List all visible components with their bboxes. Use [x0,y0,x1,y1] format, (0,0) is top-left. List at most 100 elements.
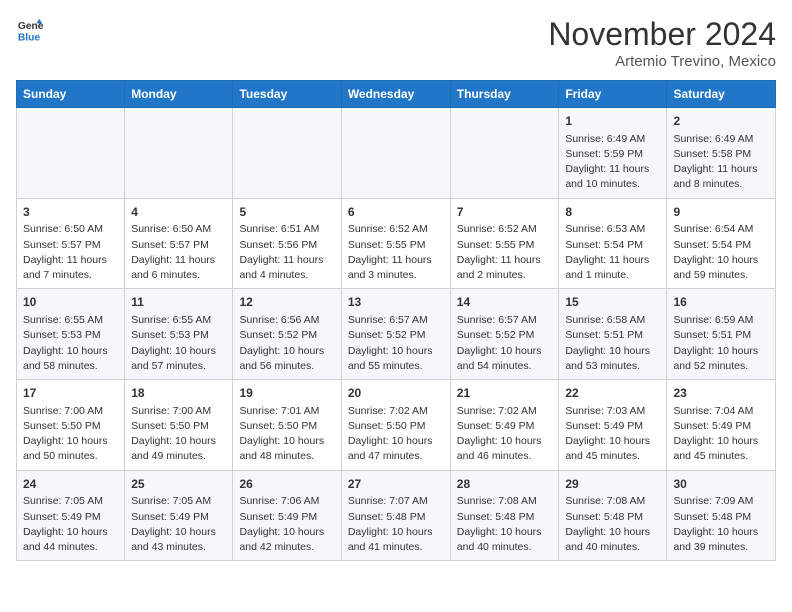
day-info: Sunrise: 6:50 AM Sunset: 5:57 PM Dayligh… [131,222,226,283]
calendar-cell: 21 Sunrise: 7:02 AM Sunset: 5:49 PM Dayli… [450,380,559,471]
day-number: 28 [457,476,553,493]
day-number: 2 [673,113,769,130]
calendar-cell: 6Sunrise: 6:52 AM Sunset: 5:55 PM Daylig… [341,198,450,289]
day-info: Sunrise: 6:53 AM Sunset: 5:54 PM Dayligh… [565,222,660,283]
day-number: 6 [348,204,444,221]
day-number: 7 [457,204,553,221]
title-block: November 2024 Artemio Trevino, Mexico [548,16,776,70]
calendar-cell: 23 Sunrise: 7:04 AM Sunset: 5:49 PM Dayli… [667,380,776,471]
day-info: Sunrise: 6:51 AM Sunset: 5:56 PM Dayligh… [239,222,334,283]
day-info: Sunrise: 7:05 AM Sunset: 5:49 PM Dayligh… [131,494,226,555]
day-number: 25 [131,476,226,493]
calendar-cell: 15 Sunrise: 6:58 AM Sunset: 5:51 PM Dayli… [559,289,667,380]
day-info: Sunrise: 7:05 AM Sunset: 5:49 PM Dayligh… [23,494,118,555]
day-number: 10 [23,294,118,311]
day-info: Sunrise: 7:03 AM Sunset: 5:49 PM Dayligh… [565,404,660,465]
calendar-cell: 1 Sunrise: 6:49 AM Sunset: 5:59 PM Daylig… [559,108,667,199]
day-info: Sunrise: 6:52 AM Sunset: 5:55 PM Dayligh… [457,222,553,283]
weekday-header: Thursday [450,81,559,108]
calendar-cell: 7Sunrise: 6:52 AM Sunset: 5:55 PM Daylig… [450,198,559,289]
calendar-cell: 27Sunrise: 7:07 AM Sunset: 5:48 PM Dayli… [341,470,450,561]
day-number: 18 [131,385,226,402]
calendar-cell: 14 Sunrise: 6:57 AM Sunset: 5:52 PM Dayli… [450,289,559,380]
calendar-cell: 8Sunrise: 6:53 AM Sunset: 5:54 PM Daylig… [559,198,667,289]
day-number: 12 [239,294,334,311]
day-info: Sunrise: 7:02 AM Sunset: 5:49 PM Dayligh… [457,404,553,465]
calendar-cell: 26Sunrise: 7:06 AM Sunset: 5:49 PM Dayli… [233,470,341,561]
day-info: Sunrise: 7:09 AM Sunset: 5:48 PM Dayligh… [673,494,769,555]
day-info: Sunrise: 6:58 AM Sunset: 5:51 PM Dayligh… [565,313,660,374]
day-info: Sunrise: 7:01 AM Sunset: 5:50 PM Dayligh… [239,404,334,465]
calendar-row: 24Sunrise: 7:05 AM Sunset: 5:49 PM Dayli… [17,470,776,561]
calendar-table: SundayMondayTuesdayWednesdayThursdayFrid… [16,80,776,561]
day-number: 15 [565,294,660,311]
day-number: 29 [565,476,660,493]
weekday-header-row: SundayMondayTuesdayWednesdayThursdayFrid… [17,81,776,108]
day-number: 19 [239,385,334,402]
day-number: 4 [131,204,226,221]
weekday-header: Friday [559,81,667,108]
calendar-cell [450,108,559,199]
day-number: 21 [457,385,553,402]
page-header: General Blue November 2024 Artemio Trevi… [16,16,776,70]
day-number: 14 [457,294,553,311]
calendar-row: 10 Sunrise: 6:55 AM Sunset: 5:53 PM Dayli… [17,289,776,380]
day-number: 8 [565,204,660,221]
day-info: Sunrise: 6:52 AM Sunset: 5:55 PM Dayligh… [348,222,444,283]
day-info: Sunrise: 6:54 AM Sunset: 5:54 PM Dayligh… [673,222,769,283]
day-number: 1 [565,113,660,130]
day-number: 11 [131,294,226,311]
calendar-cell: 10Sunrise: 6:55 AM Sunset: 5:53 PM Dayli… [17,289,125,380]
day-number: 5 [239,204,334,221]
day-number: 30 [673,476,769,493]
day-info: Sunrise: 7:07 AM Sunset: 5:48 PM Dayligh… [348,494,444,555]
day-info: Sunrise: 7:06 AM Sunset: 5:49 PM Dayligh… [239,494,334,555]
day-number: 23 [673,385,769,402]
day-info: Sunrise: 6:55 AM Sunset: 5:53 PM Dayligh… [131,313,226,374]
calendar-cell: 30Sunrise: 7:09 AM Sunset: 5:48 PM Dayli… [667,470,776,561]
calendar-cell: 24Sunrise: 7:05 AM Sunset: 5:49 PM Dayli… [17,470,125,561]
day-info: Sunrise: 6:57 AM Sunset: 5:52 PM Dayligh… [457,313,553,374]
calendar-cell: 3Sunrise: 6:50 AM Sunset: 5:57 PM Daylig… [17,198,125,289]
day-info: Sunrise: 7:04 AM Sunset: 5:49 PM Dayligh… [673,404,769,465]
weekday-header: Sunday [17,81,125,108]
day-info: Sunrise: 6:49 AM Sunset: 5:59 PM Dayligh… [565,132,660,193]
calendar-row: 1 Sunrise: 6:49 AM Sunset: 5:59 PM Daylig… [17,108,776,199]
day-number: 24 [23,476,118,493]
calendar-row: 3Sunrise: 6:50 AM Sunset: 5:57 PM Daylig… [17,198,776,289]
calendar-cell: 22 Sunrise: 7:03 AM Sunset: 5:49 PM Dayli… [559,380,667,471]
calendar-cell: 20 Sunrise: 7:02 AM Sunset: 5:50 PM Dayli… [341,380,450,471]
day-info: Sunrise: 7:00 AM Sunset: 5:50 PM Dayligh… [23,404,118,465]
logo: General Blue [16,16,44,44]
calendar-cell: 5Sunrise: 6:51 AM Sunset: 5:56 PM Daylig… [233,198,341,289]
calendar-cell: 29Sunrise: 7:08 AM Sunset: 5:48 PM Dayli… [559,470,667,561]
day-info: Sunrise: 7:00 AM Sunset: 5:50 PM Dayligh… [131,404,226,465]
day-info: Sunrise: 7:02 AM Sunset: 5:50 PM Dayligh… [348,404,444,465]
day-info: Sunrise: 6:50 AM Sunset: 5:57 PM Dayligh… [23,222,118,283]
day-number: 17 [23,385,118,402]
calendar-cell [125,108,233,199]
day-number: 9 [673,204,769,221]
day-number: 22 [565,385,660,402]
day-number: 20 [348,385,444,402]
weekday-header: Monday [125,81,233,108]
logo-icon: General Blue [16,16,44,44]
calendar-cell: 17 Sunrise: 7:00 AM Sunset: 5:50 PM Dayli… [17,380,125,471]
day-info: Sunrise: 6:59 AM Sunset: 5:51 PM Dayligh… [673,313,769,374]
svg-text:Blue: Blue [18,32,41,43]
day-number: 27 [348,476,444,493]
day-info: Sunrise: 6:49 AM Sunset: 5:58 PM Dayligh… [673,132,769,193]
day-info: Sunrise: 7:08 AM Sunset: 5:48 PM Dayligh… [457,494,553,555]
calendar-cell: 13Sunrise: 6:57 AM Sunset: 5:52 PM Dayli… [341,289,450,380]
calendar-cell: 19 Sunrise: 7:01 AM Sunset: 5:50 PM Dayli… [233,380,341,471]
day-info: Sunrise: 7:08 AM Sunset: 5:48 PM Dayligh… [565,494,660,555]
calendar-cell: 2 Sunrise: 6:49 AM Sunset: 5:58 PM Daylig… [667,108,776,199]
calendar-cell: 16 Sunrise: 6:59 AM Sunset: 5:51 PM Dayli… [667,289,776,380]
day-number: 3 [23,204,118,221]
day-number: 16 [673,294,769,311]
weekday-header: Wednesday [341,81,450,108]
weekday-header: Tuesday [233,81,341,108]
calendar-cell [341,108,450,199]
calendar-cell: 9Sunrise: 6:54 AM Sunset: 5:54 PM Daylig… [667,198,776,289]
calendar-cell: 25Sunrise: 7:05 AM Sunset: 5:49 PM Dayli… [125,470,233,561]
